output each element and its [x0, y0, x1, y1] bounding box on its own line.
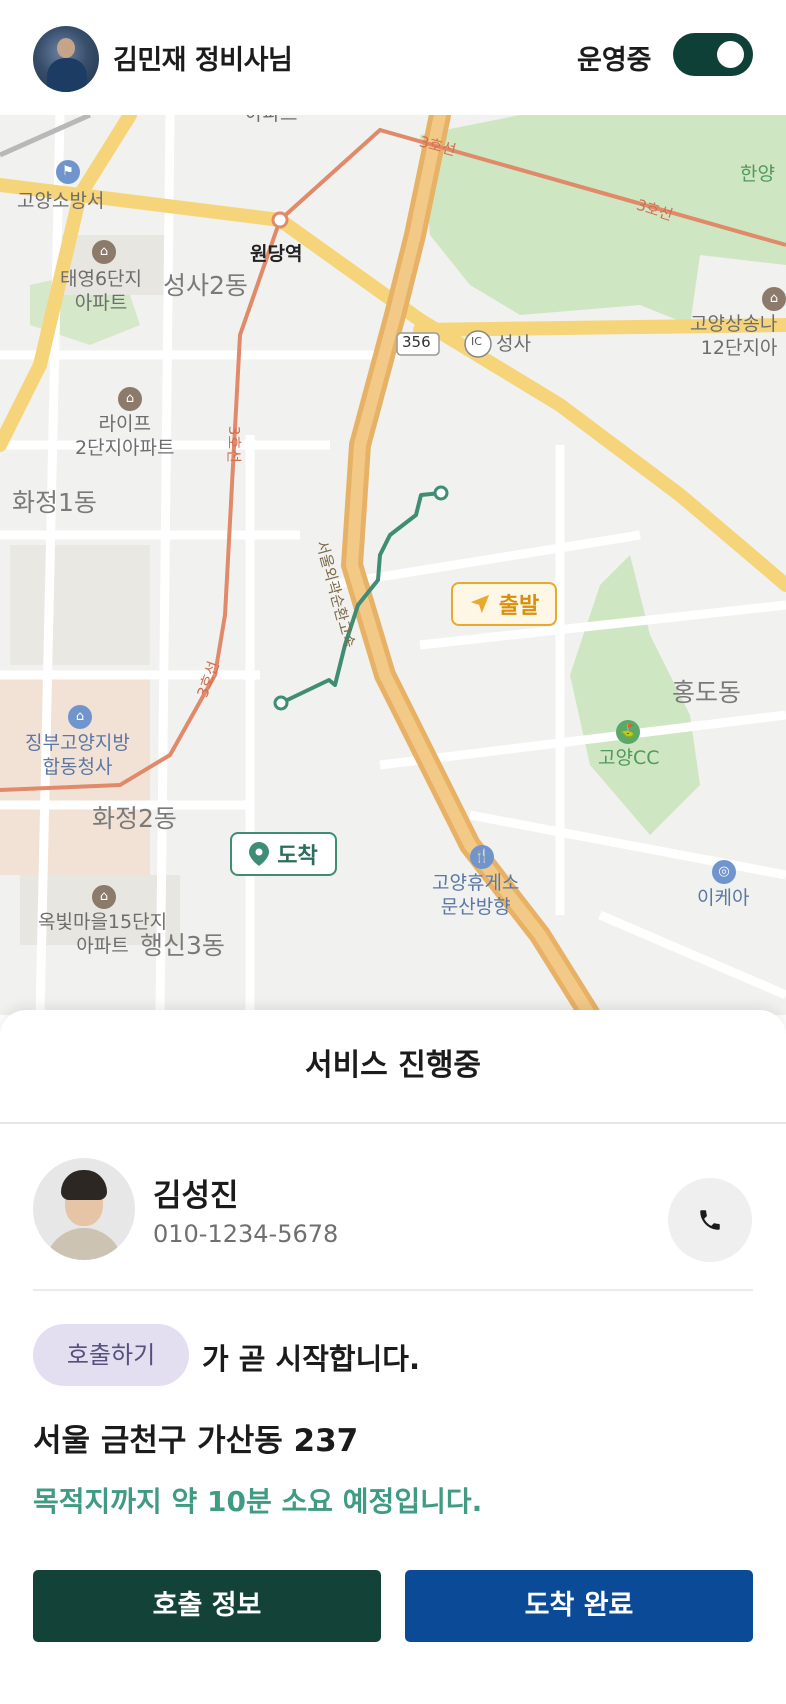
map-label-apt: 아파트: [245, 115, 297, 127]
map-label-seongsa2: 성사2동: [163, 271, 248, 300]
sheet-title: 서비스 진행중: [304, 1048, 482, 1083]
call-button[interactable]: [668, 1178, 752, 1262]
arrival-complete-button[interactable]: 도착 완료: [405, 1570, 753, 1642]
location-pin-icon: [249, 842, 270, 866]
customer-phone: 010-1234-5678: [153, 1220, 339, 1248]
driver-avatar[interactable]: [33, 26, 99, 92]
map-label-hanyang: 한양: [740, 163, 775, 185]
apartment-icon: ⌂: [92, 240, 116, 264]
map-label-road-356: 356: [402, 333, 431, 351]
map-label-gov-office: 징부고양지방 합동청사: [25, 732, 130, 778]
map-label-goyang-sangsong: 고양상송나 12단지아: [690, 313, 778, 359]
ic-icon: IC: [471, 335, 482, 348]
map-label-taeyoung: 태영6단지 아파트: [60, 268, 143, 314]
map-label-hwajeong2: 화정2동: [92, 804, 177, 833]
map-canvas: [0, 115, 786, 1015]
end-marker-label: 도착: [277, 844, 318, 869]
map-label-fire-station: 고양소방서: [17, 190, 105, 212]
call-info-button[interactable]: 호출 정보: [33, 1570, 381, 1642]
eta-text: 목적지까지 약 10분 소요 예정입니다.: [33, 1485, 483, 1518]
government-icon: ⌂: [68, 705, 92, 729]
route-map[interactable]: 아파트 ⚑ 고양소방서 원당역 ⌂ 태영6단지 아파트 성사2동 356 IC …: [0, 115, 786, 1015]
restaurant-icon: 🍴: [470, 845, 494, 869]
end-marker[interactable]: 도착: [230, 832, 337, 876]
start-marker[interactable]: 출발: [451, 582, 557, 626]
map-label-ikea: 이케아: [697, 887, 750, 909]
map-label-station: 원당역: [250, 243, 303, 265]
map-label-rest-area: 고양휴게소 문산방향: [432, 872, 520, 918]
customer-avatar: [33, 1158, 135, 1260]
map-label-life2: 라이프 2단지아파트: [75, 413, 175, 459]
apartment-icon: ⌂: [762, 287, 786, 311]
shop-icon: ◎: [712, 860, 736, 884]
navigation-arrow-icon: [470, 594, 489, 614]
call-badge: 호출하기: [33, 1324, 189, 1386]
map-label-hongdo: 홍도동: [672, 678, 742, 707]
divider: [0, 1122, 786, 1124]
apartment-icon: ⌂: [92, 885, 116, 909]
start-notice: 가 곧 시작합니다.: [202, 1342, 420, 1376]
divider: [33, 1289, 753, 1291]
service-sheet: 서비스 진행중 김성진 010-1234-5678 호출하기 가 곧 시작합니다…: [0, 1010, 786, 1704]
map-label-haengsin3: 행신3동: [140, 931, 225, 960]
golf-icon: ⛳: [616, 720, 640, 744]
map-label-goyang-cc: 고양CC: [598, 747, 660, 769]
map-label-hwajeong1: 화정1동: [12, 488, 97, 517]
fire-station-icon: ⚑: [56, 160, 80, 184]
operation-toggle[interactable]: [673, 33, 753, 76]
start-marker-label: 출발: [498, 594, 540, 619]
toggle-knob: [717, 41, 744, 68]
apartment-icon: ⌂: [118, 387, 142, 411]
customer-name: 김성진: [153, 1178, 239, 1214]
app-header: 김민재 정비사님 운영중: [0, 0, 786, 115]
operation-status-label: 운영중: [577, 45, 652, 76]
map-label-seongsa-ic: 성사: [496, 333, 531, 355]
driver-name: 김민재 정비사님: [113, 45, 293, 76]
phone-icon: [700, 1210, 720, 1230]
map-label-line3-c: 3호선: [224, 425, 243, 463]
destination-address: 서울 금천구 가산동 237: [33, 1423, 359, 1459]
